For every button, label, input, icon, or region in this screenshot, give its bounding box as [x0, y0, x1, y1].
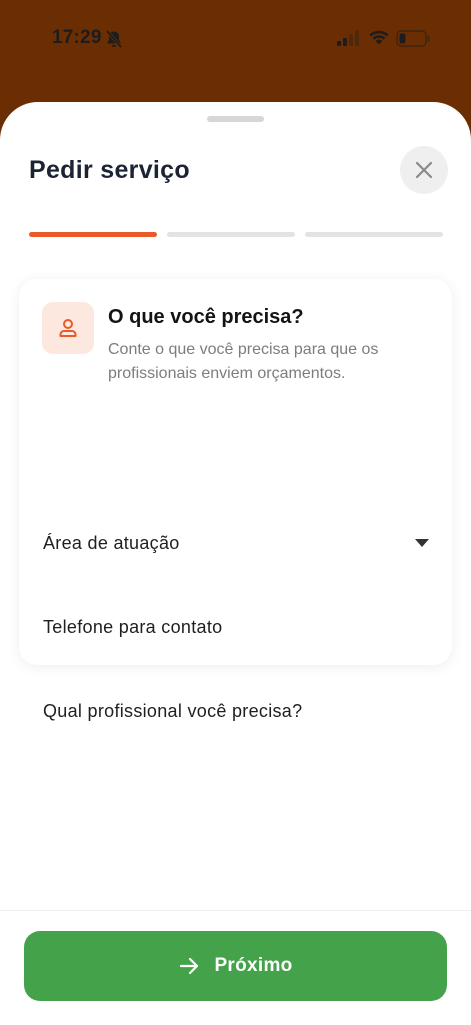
arrow-right-icon	[180, 957, 199, 975]
professional-field[interactable]: Qual profissional você precisa?	[43, 691, 428, 731]
dropdown-arrow-icon	[415, 539, 429, 547]
close-button[interactable]	[400, 146, 448, 194]
professional-field-label: Qual profissional você precisa?	[43, 700, 303, 721]
card-subtitle: Conte o que você precisa para que os pro…	[108, 341, 379, 382]
progress-step-2	[167, 232, 295, 237]
bottom-bar: Próximo	[0, 910, 471, 1025]
area-select-label: Área de atuação	[43, 532, 180, 553]
step-progress	[29, 232, 443, 237]
request-form-card: O que você precisa? Conte o que você pre…	[19, 279, 452, 721]
bell-slash-icon	[105, 29, 123, 49]
user-icon	[59, 319, 77, 337]
wifi-icon	[369, 30, 389, 45]
card-title: O que você precisa?	[108, 306, 304, 328]
next-button[interactable]: Próximo	[24, 931, 447, 1001]
signal-icon	[337, 30, 359, 46]
phone-field-label: Telefone para contato	[43, 616, 223, 637]
battery-low-icon	[396, 30, 430, 47]
card-icon-box	[42, 302, 94, 354]
area-select[interactable]: Área de atuação	[43, 523, 429, 563]
request-service-sheet: Pedir serviço O que você precisa? Conte …	[0, 102, 471, 1024]
status-bar: 17:29	[0, 0, 471, 80]
page-title: Pedir serviço	[29, 156, 190, 184]
close-icon	[415, 161, 433, 179]
next-button-label: Próximo	[214, 955, 293, 976]
sheet-grabber[interactable]	[207, 116, 264, 122]
progress-step-3	[305, 232, 443, 237]
phone-field[interactable]: Telefone para contato	[43, 607, 428, 647]
status-time: 17:29	[52, 27, 102, 48]
progress-step-1	[29, 232, 157, 237]
